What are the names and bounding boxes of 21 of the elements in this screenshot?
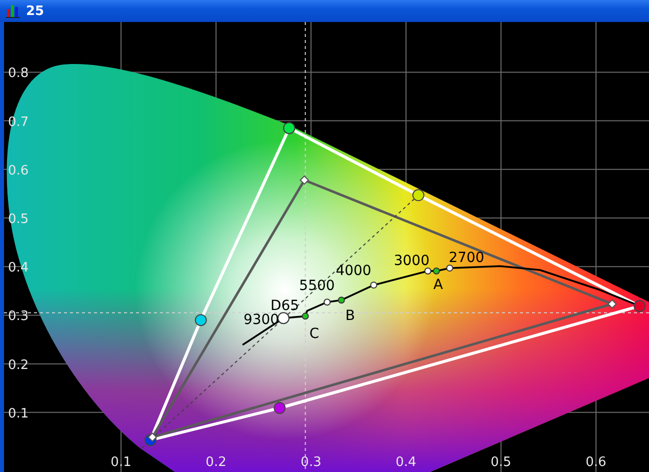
axis-tick-label: 0.4 (396, 455, 416, 470)
axis-tick-label: 0.3 (8, 309, 29, 324)
axis-tick-label: 0.8 (8, 66, 29, 82)
axis-tick-label: 0.1 (8, 406, 29, 422)
axis-tick-label: 0.5 (8, 212, 29, 227)
point-label: D65 (270, 298, 300, 314)
point-label: B (345, 308, 356, 324)
point-label: A (433, 276, 443, 293)
axis-tick-label: 0.6 (8, 163, 29, 178)
axis-tick-label: 0.2 (206, 455, 226, 470)
window-title: 25 (26, 4, 44, 18)
axis-tick-label: 0.3 (300, 455, 322, 470)
point-label: 5500 (299, 278, 335, 294)
point-label: 4000 (336, 263, 372, 280)
point-label: 3000 (394, 252, 430, 269)
axis-tick-label: 0.6 (586, 455, 606, 470)
axis-tick-label: 0.1 (110, 455, 132, 470)
axis-tick-label: 0.5 (490, 455, 512, 470)
axis-tick-label: 0.2 (8, 358, 29, 373)
point-label: C (309, 326, 320, 342)
point-label: 2700 (448, 250, 484, 266)
